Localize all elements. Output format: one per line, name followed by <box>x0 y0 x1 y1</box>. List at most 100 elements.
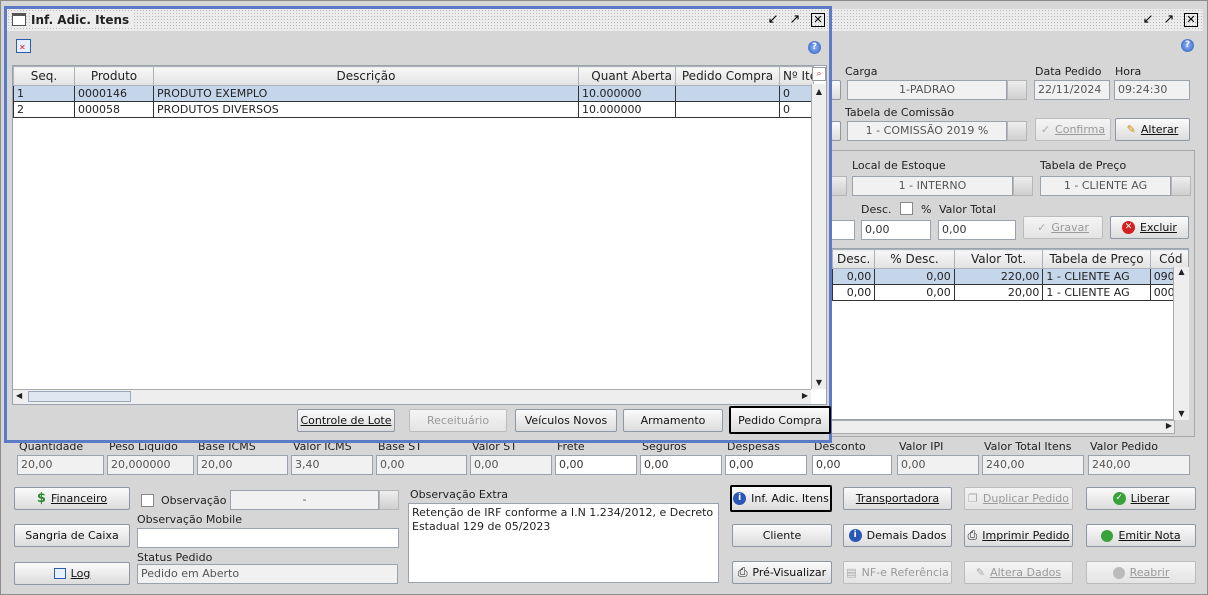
base-st-field[interactable]: 0,00 <box>376 455 467 475</box>
valor-ipi-field[interactable]: 0,00 <box>897 455 979 475</box>
log-button[interactable]: Log <box>14 562 130 585</box>
scroll-right-icon[interactable]: ▶ <box>1166 421 1172 430</box>
desconto-field[interactable]: 0,00 <box>812 455 892 475</box>
cliente-button[interactable]: Cliente <box>732 524 832 547</box>
observacao-extra-textarea[interactable]: Retenção de IRF conforme a I.N 1.234/201… <box>408 503 719 583</box>
receituario-button[interactable]: Receituário <box>409 409 507 432</box>
dialog-exit-icon[interactable]: ✕ <box>16 39 31 53</box>
valor-total-itens-field[interactable]: 240,00 <box>982 455 1084 475</box>
emitir-nota-button[interactable]: Emitir Nota <box>1086 524 1196 547</box>
liberar-button[interactable]: ✓ Liberar <box>1086 487 1196 510</box>
nfe-referencia-button[interactable]: ▤ NF-e Referência <box>843 561 952 584</box>
tabela-preco-search-icon[interactable] <box>1171 176 1191 196</box>
veiculos-novos-button[interactable]: Veículos Novos <box>515 409 617 432</box>
log-label: Log <box>70 567 91 580</box>
observacao-search-icon[interactable] <box>379 490 399 510</box>
scroll-thumb[interactable] <box>28 391 131 402</box>
local-estoque-field[interactable]: 1 - INTERNO <box>852 176 1013 196</box>
confirma-button[interactable]: ✓ Confirma <box>1035 118 1111 141</box>
valor-st-field[interactable]: 0,00 <box>470 455 552 475</box>
altera-dados-button[interactable]: ✎ Altera Dados <box>964 561 1073 584</box>
base-icms-field[interactable]: 20,00 <box>197 455 288 475</box>
col-cod[interactable]: Cód <box>1149 249 1188 269</box>
scroll-left-icon[interactable]: ◀ <box>16 391 22 400</box>
peso-liquido-field[interactable]: 20,000000 <box>107 455 194 475</box>
observacao-checkbox[interactable] <box>141 494 154 507</box>
dialog-vertical-scrollbar[interactable]: ▲ ▼ <box>811 84 826 389</box>
table-row[interactable]: 0,00 0,00 20,00 1 - CLIENTE AG 000 <box>832 284 1188 301</box>
gravar-button[interactable]: ✓ Gravar <box>1023 216 1103 239</box>
pedido-compra-button[interactable]: Pedido Compra <box>729 406 831 434</box>
scroll-up-icon[interactable]: ▲ <box>1174 267 1189 276</box>
pre-visualizar-button[interactable]: ⎙ Pré-Visualizar <box>732 561 832 584</box>
col-tabela-preco[interactable]: Tabela de Preço <box>1042 249 1151 269</box>
imprimir-pedido-button[interactable]: ⎙ Imprimir Pedido <box>964 524 1073 547</box>
dialog-horizontal-scrollbar[interactable]: ◀ ▶ <box>13 389 811 404</box>
inf-adic-itens-button[interactable]: i Inf. Adic. Itens <box>730 485 832 512</box>
close-icon[interactable]: ✕ <box>1184 13 1198 27</box>
col-quant-aberta[interactable]: Quant Aberta <box>578 66 676 86</box>
financeiro-button[interactable]: $ Financeiro <box>14 487 130 510</box>
scroll-up-button[interactable] <box>831 80 841 100</box>
data-pedido-field[interactable]: 22/11/2024 <box>1034 80 1110 100</box>
quantidade-field[interactable]: 20,00 <box>17 455 104 475</box>
maximize-icon[interactable]: ↗ <box>1162 13 1176 27</box>
demais-dados-button[interactable]: i Demais Dados <box>843 524 952 547</box>
tabela-comissao-field[interactable]: 1 - COMISSÃO 2019 % <box>847 121 1007 141</box>
col-percent-desc[interactable]: % Desc. <box>874 249 955 269</box>
dialog-maximize-icon[interactable]: ↗ <box>788 13 802 27</box>
scroll-down-icon[interactable]: ▼ <box>1174 409 1189 418</box>
controle-lote-button[interactable]: Controle de Lote <box>297 409 395 432</box>
scroll-down-icon[interactable]: ▼ <box>812 378 826 387</box>
hora-field[interactable]: 09:24:30 <box>1114 80 1190 100</box>
col-valor-tot[interactable]: Valor Tot. <box>953 249 1044 269</box>
armamento-button[interactable]: Armamento <box>623 409 723 432</box>
despesas-field[interactable]: 0,00 <box>725 455 807 475</box>
left-search-icon[interactable] <box>831 176 847 196</box>
scroll-right-icon[interactable]: ▶ <box>802 391 808 400</box>
tabela-comissao-search-icon[interactable] <box>1007 121 1027 141</box>
col-numero-item[interactable]: Nº Ite <box>779 66 814 86</box>
horizontal-scrollbar[interactable]: ▶ <box>831 420 1175 434</box>
dialog-items-grid[interactable]: Seq. Produto Descrição Quant Aberta Pedi… <box>13 66 814 118</box>
dialog-column-search-icon[interactable]: ⌕ <box>812 67 826 81</box>
help-icon[interactable]: ? <box>1181 39 1194 52</box>
carga-field[interactable]: 1-PADRAO <box>847 80 1007 100</box>
alterar-button[interactable]: ✎ Alterar <box>1115 118 1190 141</box>
transportadora-button[interactable]: Transportadora <box>843 487 952 510</box>
dialog-help-icon[interactable]: ? <box>808 41 821 54</box>
observacao-mobile-field[interactable] <box>137 528 399 548</box>
valor-pedido-field[interactable]: 240,00 <box>1088 455 1190 475</box>
table-row[interactable]: 2 000058 PRODUTOS DIVERSOS 10.000000 0 <box>13 101 814 118</box>
dialog-close-icon[interactable]: ✕ <box>811 13 825 27</box>
col-pedido-compra[interactable]: Pedido Compra <box>675 66 780 86</box>
items-grid[interactable]: Desc. % Desc. Valor Tot. Tabela de Preço… <box>832 249 1188 301</box>
seguros-field[interactable]: 0,00 <box>640 455 722 475</box>
valor-icms-field[interactable]: 3,40 <box>291 455 373 475</box>
carga-search-icon[interactable] <box>1007 80 1027 100</box>
col-produto[interactable]: Produto <box>74 66 154 86</box>
excluir-button[interactable]: ✕ Excluir <box>1110 216 1189 239</box>
observacao-field[interactable]: - <box>230 490 379 510</box>
valor-total-field[interactable]: 0,00 <box>938 220 1016 240</box>
side-button[interactable] <box>831 121 841 141</box>
dialog-minimize-icon[interactable]: ↙ <box>766 13 780 27</box>
duplicar-pedido-button[interactable]: ❐ Duplicar Pedido <box>964 487 1073 510</box>
tabela-preco-field[interactable]: 1 - CLIENTE AG <box>1040 176 1171 196</box>
desc-field[interactable]: 0,00 <box>861 220 931 240</box>
partial-left-field[interactable] <box>831 220 855 240</box>
percent-checkbox[interactable] <box>900 202 913 215</box>
frete-field[interactable]: 0,00 <box>555 455 637 475</box>
sangria-caixa-button[interactable]: Sangria de Caixa <box>14 524 130 547</box>
table-row[interactable]: 1 0000146 PRODUTO EXEMPLO 10.000000 0 <box>13 85 814 102</box>
col-descricao[interactable]: Descrição <box>153 66 579 86</box>
local-estoque-search-icon[interactable] <box>1013 176 1033 196</box>
reabrir-button[interactable]: Reabrir <box>1086 561 1196 584</box>
col-desc[interactable]: Desc. <box>832 249 876 269</box>
col-seq[interactable]: Seq. <box>13 66 75 86</box>
confirma-label: Confirma <box>1055 123 1106 136</box>
vertical-scrollbar[interactable]: ▲ ▼ <box>1173 267 1189 420</box>
scroll-up-icon[interactable]: ▲ <box>812 87 826 96</box>
minimize-icon[interactable]: ↙ <box>1141 13 1155 27</box>
table-row[interactable]: 0,00 0,00 220,00 1 - CLIENTE AG 090 <box>832 268 1188 285</box>
